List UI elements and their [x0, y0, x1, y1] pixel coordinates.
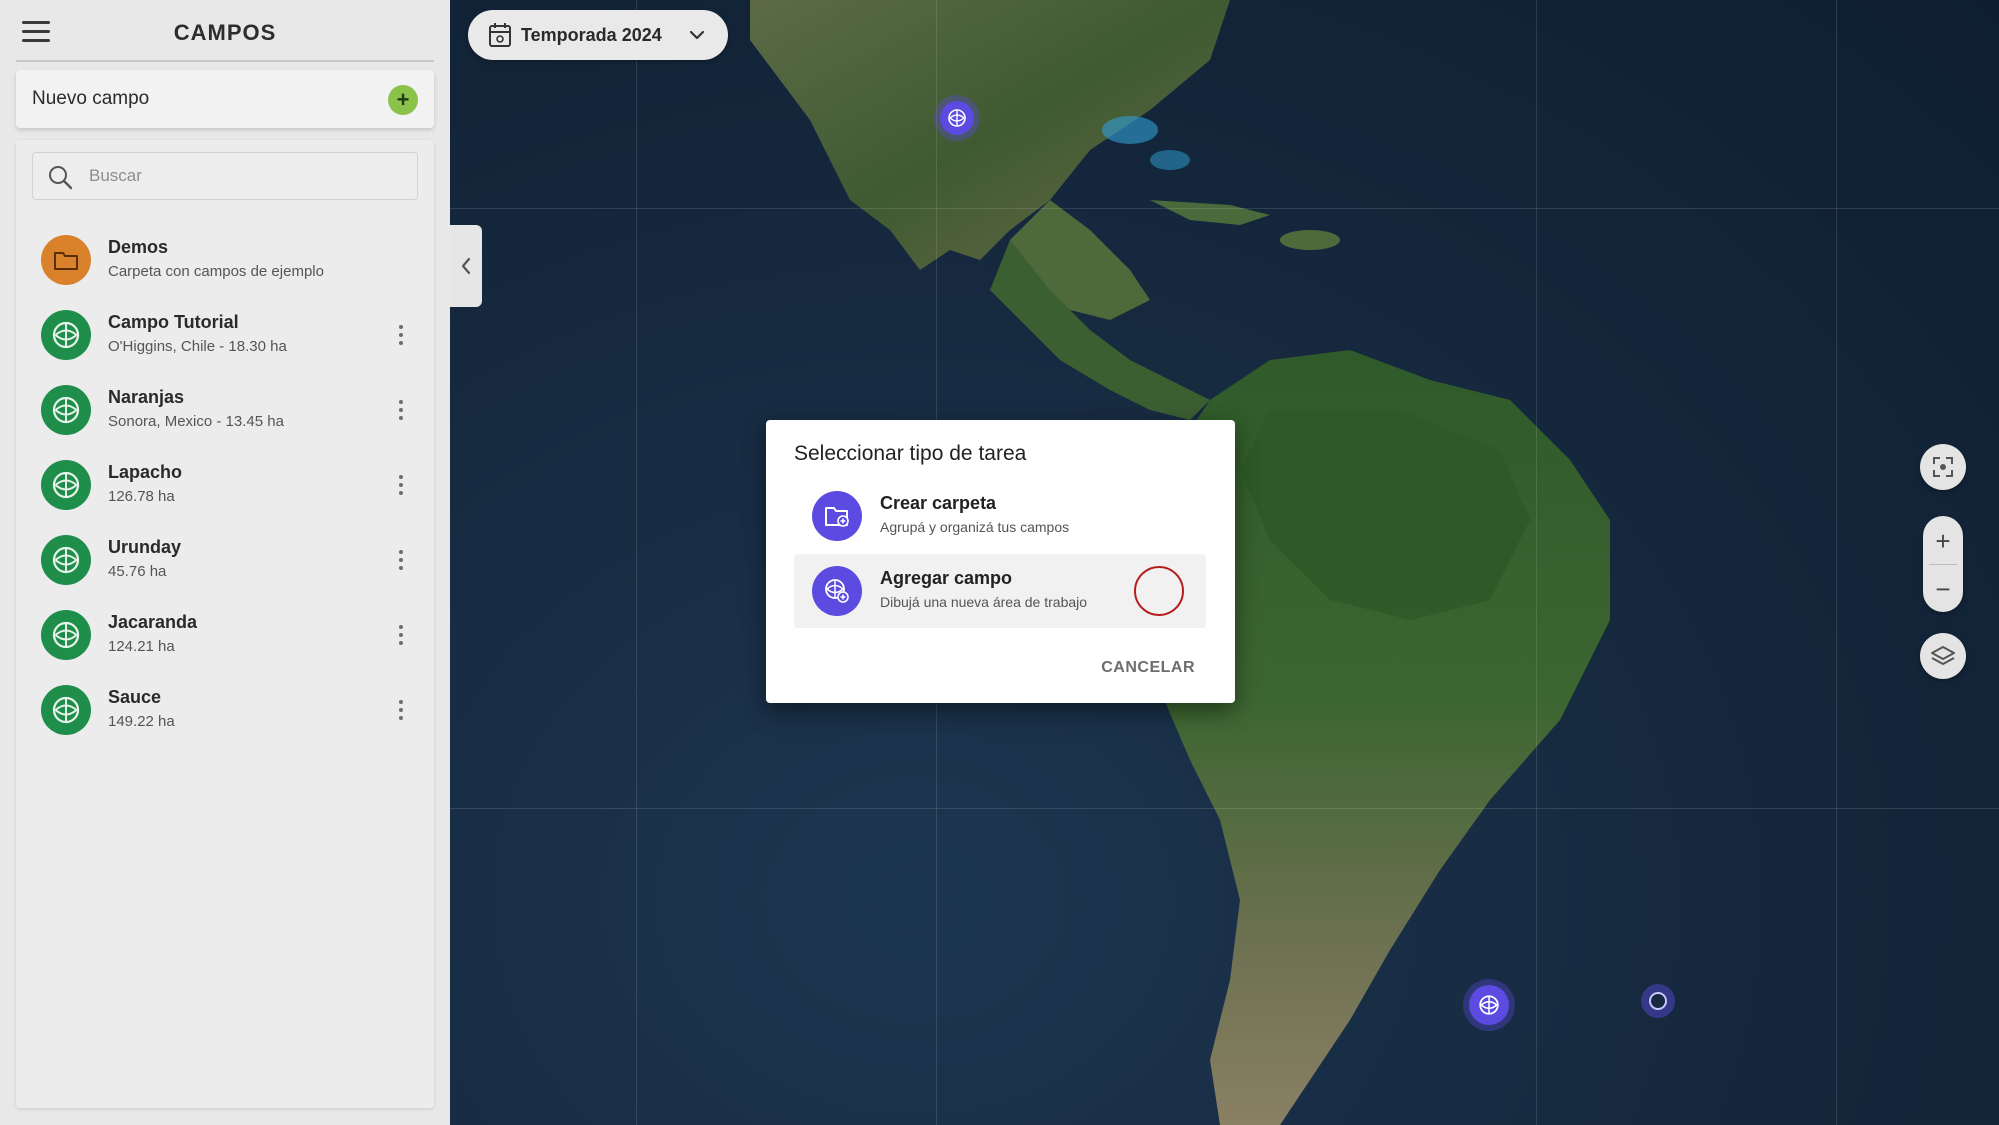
fit-bounds-button[interactable] [1920, 444, 1966, 490]
map-gridline [636, 0, 637, 1125]
list-item-sauce[interactable]: Sauce 149.22 ha [16, 675, 434, 750]
zoom-out-button[interactable]: − [1923, 566, 1963, 612]
chevron-left-icon [461, 257, 471, 275]
more-options-icon[interactable] [394, 397, 408, 423]
sidebar: CAMPOS Nuevo campo + Demos Carpeta con c… [0, 0, 450, 1125]
option-add-field[interactable]: Agregar campo Dibujá una nueva área de t… [794, 554, 1206, 628]
folder-icon [54, 252, 78, 270]
add-field-button[interactable]: + [388, 85, 418, 115]
field-avatar [41, 685, 91, 735]
option-title: Agregar campo [880, 568, 1013, 588]
field-marker[interactable] [1469, 985, 1509, 1025]
search-box[interactable] [32, 152, 418, 200]
search-input[interactable] [89, 153, 409, 199]
divider [16, 60, 434, 62]
field-icon [52, 546, 80, 574]
map-gridline [450, 808, 1999, 809]
item-name: Jacaranda [108, 612, 198, 632]
item-name: Naranjas [108, 387, 185, 407]
item-subtitle: 149.22 ha [108, 713, 175, 730]
item-subtitle: Carpeta con campos de ejemplo [108, 263, 324, 280]
divider [1929, 564, 1957, 565]
list-item-naranjas[interactable]: Naranjas Sonora, Mexico - 13.45 ha [16, 375, 434, 450]
field-list-panel: Demos Carpeta con campos de ejemplo Camp… [16, 140, 434, 1108]
field-marker[interactable] [1649, 992, 1667, 1010]
chevron-down-icon [689, 30, 705, 40]
map-gridline [450, 208, 1999, 209]
new-field-card[interactable]: Nuevo campo + [16, 70, 434, 128]
map-gridline [1536, 0, 1537, 1125]
field-avatar [41, 610, 91, 660]
zoom-in-button[interactable]: + [1923, 518, 1963, 564]
item-subtitle: 124.21 ha [108, 638, 175, 655]
more-options-icon[interactable] [394, 322, 408, 348]
cancel-button[interactable]: CANCELAR [1101, 659, 1195, 677]
calendar-icon [489, 23, 511, 47]
item-name: Lapacho [108, 462, 183, 482]
folder-avatar [41, 235, 91, 285]
list-item-campo-tutorial[interactable]: Campo Tutorial O'Higgins, Chile - 18.30 … [16, 300, 434, 375]
list-item-jacaranda[interactable]: Jacaranda 124.21 ha [16, 600, 434, 675]
field-icon [52, 621, 80, 649]
new-field-label: Nuevo campo [32, 88, 150, 109]
field-icon [52, 396, 80, 424]
season-label: Temporada 2024 [521, 25, 662, 45]
option-title: Crear carpeta [880, 493, 997, 513]
more-options-icon[interactable] [394, 547, 408, 573]
item-subtitle: 45.76 ha [108, 563, 167, 580]
field-icon [1479, 995, 1499, 1015]
list-item-demos[interactable]: Demos Carpeta con campos de ejemplo [16, 225, 434, 300]
zoom-controls: + − [1923, 516, 1963, 612]
item-subtitle: 126.78 ha [108, 488, 175, 505]
season-selector[interactable]: Temporada 2024 [468, 10, 728, 60]
dialog-title: Seleccionar tipo de tarea [794, 442, 1027, 465]
list-item-urunday[interactable]: Urunday 45.76 ha [16, 525, 434, 600]
selection-indicator[interactable] [1134, 566, 1184, 616]
more-options-icon[interactable] [394, 697, 408, 723]
field-add-glyph [825, 579, 849, 603]
option-description: Agrupá y organizá tus campos [880, 519, 1070, 535]
item-subtitle: Sonora, Mexico - 13.45 ha [108, 413, 284, 430]
search-icon [49, 166, 73, 190]
collapse-sidebar-button[interactable] [450, 225, 482, 307]
more-options-icon[interactable] [394, 622, 408, 648]
field-avatar [41, 460, 91, 510]
layers-icon [1931, 646, 1955, 665]
field-avatar [41, 385, 91, 435]
item-name: Campo Tutorial [108, 312, 239, 332]
sidebar-title: CAMPOS [173, 20, 277, 45]
task-type-dialog: Seleccionar tipo de tarea Crear carpeta … [766, 420, 1235, 703]
folder-add-glyph [825, 507, 849, 527]
map-gridline [1836, 0, 1837, 1125]
field-marker[interactable] [940, 101, 974, 135]
more-options-icon[interactable] [394, 472, 408, 498]
fit-bounds-icon [1933, 457, 1953, 477]
layers-button[interactable] [1920, 633, 1966, 679]
folder-add-icon [812, 491, 862, 541]
field-icon [52, 696, 80, 724]
option-create-folder[interactable]: Crear carpeta Agrupá y organizá tus camp… [794, 479, 1206, 553]
item-name: Demos [108, 237, 169, 257]
option-description: Dibujá una nueva área de trabajo [880, 594, 1088, 610]
field-icon [52, 471, 80, 499]
item-name: Sauce [108, 687, 162, 707]
item-name: Urunday [108, 537, 182, 557]
list-item-lapacho[interactable]: Lapacho 126.78 ha [16, 450, 434, 525]
field-icon [948, 109, 966, 127]
field-add-icon [812, 566, 862, 616]
field-icon [52, 321, 80, 349]
item-subtitle: O'Higgins, Chile - 18.30 ha [108, 338, 287, 355]
field-avatar [41, 535, 91, 585]
field-avatar [41, 310, 91, 360]
